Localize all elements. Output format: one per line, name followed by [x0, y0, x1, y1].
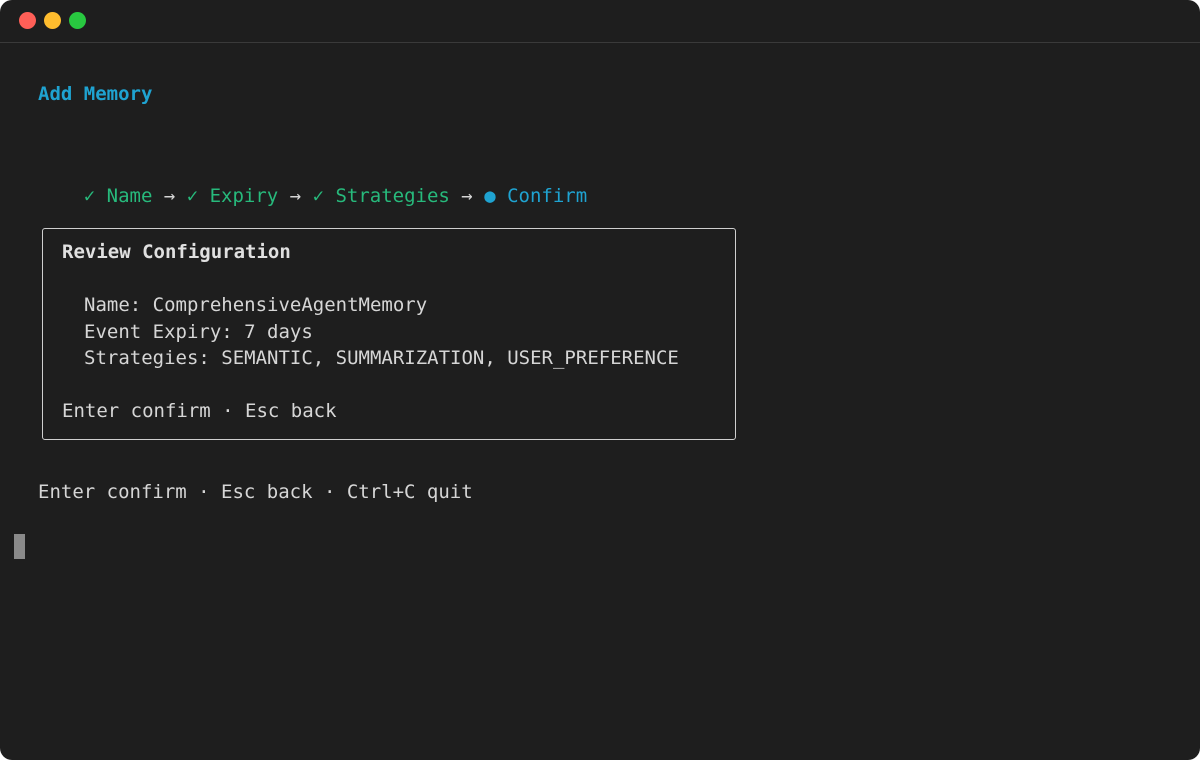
- zoom-window-button[interactable]: [69, 12, 86, 29]
- review-strategies: Strategies: SEMANTIC, SUMMARIZATION, USE…: [84, 347, 679, 369]
- page-title: Add Memory: [38, 83, 153, 105]
- step-separator: →: [152, 185, 187, 207]
- step-strategies: ✓ Strategies: [312, 185, 450, 207]
- step-confirm: ● Confirm: [484, 185, 588, 207]
- review-expiry: Event Expiry: 7 days: [84, 321, 313, 343]
- minimize-window-button[interactable]: [44, 12, 61, 29]
- step-separator: →: [278, 185, 313, 207]
- step-name: ✓ Name: [83, 185, 153, 207]
- review-name: Name: ComprehensiveAgentMemory: [84, 294, 428, 316]
- keyboard-hints: Enter confirm · Esc back · Ctrl+C quit: [38, 481, 473, 503]
- terminal-window: Add Memory ✓ Name → ✓ Expiry → ✓ Strateg…: [0, 0, 1200, 760]
- wizard-steps: ✓ Name → ✓ Expiry → ✓ Strategies → ● Con…: [38, 163, 587, 229]
- review-title: Review Configuration: [62, 241, 291, 263]
- review-panel: Review Configuration Name: Comprehensive…: [42, 228, 736, 440]
- title-bar: [0, 0, 1200, 43]
- terminal-cursor: [14, 534, 25, 559]
- step-expiry: ✓ Expiry: [186, 185, 279, 207]
- step-separator: →: [449, 185, 485, 207]
- review-hint: Enter confirm · Esc back: [62, 400, 337, 422]
- close-window-button[interactable]: [19, 12, 36, 29]
